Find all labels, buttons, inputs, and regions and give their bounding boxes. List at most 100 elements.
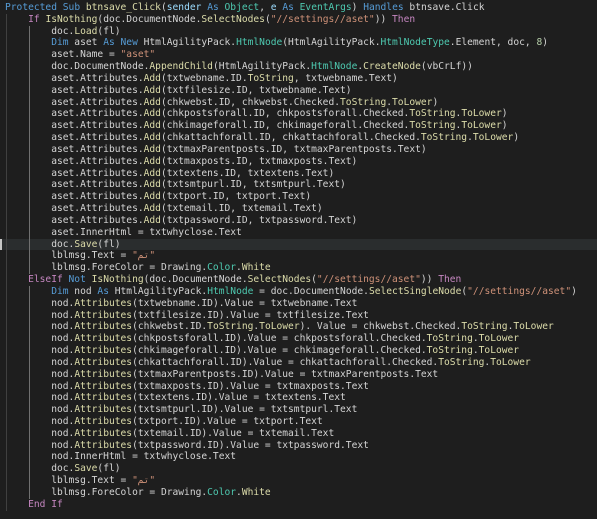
- code-token: nod.: [51, 427, 75, 439]
- code-line[interactable]: aset.Attributes.Add(txtmaxParentposts.ID…: [0, 143, 597, 156]
- code-token: (txtfilesize.ID, txtwebname.Text): [160, 84, 352, 96]
- code-token: (doc.DocumentNode.: [143, 274, 248, 286]
- code-line[interactable]: nod.Attributes(txtpassword.ID).Value = t…: [0, 439, 597, 452]
- code-line[interactable]: nod.Attributes(chkpostsforall.ID).Value …: [0, 333, 597, 346]
- indent-guide: [6, 356, 7, 369]
- code-token: (txtmaxposts.ID).Value = txtmaxposts.Tex…: [132, 380, 369, 392]
- code-token: EventArgs: [299, 2, 352, 13]
- code-token: doc.: [51, 463, 75, 475]
- code-token: (txtextens.ID, txtextens.Text): [160, 167, 335, 179]
- code-editor[interactable]: Protected Sub btnsave_Click(sender As Ob…: [0, 0, 597, 519]
- code-line[interactable]: Dim nod As HtmlAgilityPack.HtmlNode = do…: [0, 285, 597, 298]
- code-line[interactable]: aset.Attributes.Add(chkwebst.ID, chkwebs…: [0, 96, 597, 109]
- code-token: ToLower: [472, 132, 514, 144]
- code-line[interactable]: nod.Attributes(chkwebst.ID.ToString.ToLo…: [0, 321, 597, 334]
- indent-guide: [6, 191, 7, 204]
- code-token: (fl): [97, 463, 121, 475]
- code-line[interactable]: If IsNothing(doc.DocumentNode.SelectNode…: [0, 13, 597, 26]
- indent-guide: [6, 392, 7, 405]
- indent-guide: [29, 37, 31, 50]
- indent-guide: [29, 333, 31, 346]
- code-line[interactable]: nod.Attributes(txtmaxposts.ID).Value = t…: [0, 380, 597, 393]
- code-line[interactable]: nod.Attributes(txtemail.ID).Value = txte…: [0, 427, 597, 440]
- indent-guide: [6, 498, 7, 511]
- code-line[interactable]: doc.Load(fl): [0, 25, 597, 38]
- code-token: Handles: [363, 2, 404, 13]
- indent-guide: [29, 439, 31, 452]
- indent-guide: [6, 333, 7, 346]
- code-line[interactable]: lblmsg.Text = "تم": [0, 250, 597, 263]
- indent-guide: [29, 250, 31, 263]
- code-token: Sub: [62, 2, 81, 13]
- code-token: btnsave_Click: [85, 2, 161, 13]
- code-token: Dim: [51, 285, 69, 297]
- indent-guide: [6, 143, 7, 156]
- code-line[interactable]: aset.Attributes.Add(txtemail.ID, txtemai…: [0, 203, 597, 215]
- indent-guide: [6, 49, 7, 62]
- code-token: White: [241, 262, 271, 274]
- indent-guide: [29, 226, 31, 239]
- code-line[interactable]: nod.Attributes(txtwebname.ID).Value = tx…: [0, 297, 597, 310]
- code-token: (txtwebname.ID).Value = txtwebname.Text: [132, 297, 358, 309]
- code-token: Add: [143, 214, 161, 226]
- code-line[interactable]: nod.Attributes(chkattachforall.ID).Value…: [0, 356, 597, 369]
- code-line[interactable]: aset.Attributes.Add(txtmaxposts.ID, txtm…: [0, 155, 597, 168]
- code-token: (fl): [97, 25, 121, 37]
- code-line[interactable]: doc.DocumentNode.AppendChild(HtmlAgility…: [0, 61, 597, 73]
- code-line[interactable]: aset.Attributes.Add(chkpostsforall.ID, c…: [0, 108, 597, 121]
- code-line[interactable]: doc.Save(fl): [0, 463, 597, 476]
- code-line[interactable]: Dim aset As New HtmlAgilityPack.HtmlNode…: [0, 37, 597, 50]
- code-token: (txtmaxParentposts.ID, txtmaxParentposts…: [160, 143, 427, 155]
- code-line[interactable]: aset.Attributes.Add(txtport.ID, txtport.…: [0, 191, 597, 204]
- code-line[interactable]: aset.InnerHtml = txtwhyclose.Text: [0, 226, 597, 239]
- code-token: nod.: [51, 356, 75, 368]
- code-line[interactable]: nod.Attributes(txtsmtpurl.ID).Value = tx…: [0, 404, 597, 416]
- code-token: Dim: [51, 37, 69, 49]
- indent-guide: [29, 451, 31, 464]
- code-token: (txtsmtpurl.ID, txtsmtpurl.Text): [160, 179, 346, 191]
- code-line[interactable]: aset.Attributes.Add(txtsmtpurl.ID, txtsm…: [0, 179, 597, 192]
- code-token: Add: [143, 167, 161, 179]
- indent-guide: [29, 61, 31, 73]
- code-line[interactable]: nod.Attributes(chkimageforall.ID).Value …: [0, 345, 597, 357]
- code-line[interactable]: aset.Attributes.Add(chkimageforall.ID, c…: [0, 120, 597, 133]
- code-line[interactable]: aset.Attributes.Add(chkattachforall.ID, …: [0, 132, 597, 144]
- indent-guide: [6, 61, 7, 73]
- code-line[interactable]: aset.Attributes.Add(txtwebname.ID.ToStri…: [0, 72, 597, 85]
- indent-guide: [29, 285, 31, 298]
- code-token: Attributes: [74, 297, 133, 309]
- code-token: ToLower: [490, 356, 531, 368]
- code-line[interactable]: nod.InnerHtml = txtwhyclose.Text: [0, 451, 597, 464]
- code-line[interactable]: lblmsg.ForeColor = Drawing.Color.White: [0, 486, 597, 499]
- code-line[interactable]: Protected Sub btnsave_Click(sender As Ob…: [0, 2, 597, 14]
- code-token: If: [51, 498, 63, 510]
- code-line[interactable]: nod.Attributes(txtmaxParentposts.ID).Val…: [0, 368, 597, 381]
- indent-guide: [29, 155, 31, 168]
- code-token: (txtpassword.ID, txtpassword.Text): [160, 214, 358, 226]
- code-token: aset.Attributes.: [51, 108, 144, 120]
- code-line[interactable]: lblmsg.ForeColor = Drawing.Color.White: [0, 262, 597, 275]
- indent-guide: [6, 451, 7, 464]
- indent-guide: [29, 25, 31, 38]
- code-line[interactable]: aset.Attributes.Add(txtextens.ID, txtext…: [0, 167, 597, 180]
- code-line[interactable]: nod.Attributes(txtfilesize.ID).Value = t…: [0, 309, 597, 322]
- code-token: Color: [207, 262, 237, 274]
- code-line[interactable]: nod.Attributes(txtextens.ID).Value = txt…: [0, 392, 597, 405]
- code-token: aset.Attributes.: [51, 132, 144, 144]
- indent-guide: [6, 427, 7, 440]
- code-token: (txtmaxposts.ID, txtmaxposts.Text): [160, 155, 358, 167]
- code-token: "//settings//aset": [270, 13, 375, 25]
- code-line[interactable]: aset.Attributes.Add(txtpassword.ID, txtp…: [0, 214, 597, 227]
- code-line[interactable]: lblmsg.Text = "تم": [0, 475, 597, 487]
- code-token: lblmsg.Text =: [51, 250, 133, 262]
- code-line[interactable]: aset.Attributes.Add(txtfilesize.ID, txtw…: [0, 84, 597, 97]
- code-token: ToString: [409, 120, 456, 132]
- code-line[interactable]: aset.Name = "aset": [0, 49, 597, 62]
- code-line[interactable]: End If: [0, 498, 597, 511]
- code-token: Attributes: [74, 309, 133, 321]
- code-line[interactable]: nod.Attributes(txtport.ID).Value = txtpo…: [0, 415, 597, 428]
- code-line[interactable]: ElseIf Not IsNothing(doc.DocumentNode.Se…: [0, 274, 597, 286]
- code-line[interactable]: doc.Save(fl): [0, 238, 597, 251]
- code-token: Attributes: [74, 380, 133, 392]
- code-token: (chkattachforall.ID).Value = chkattachfo…: [132, 356, 439, 368]
